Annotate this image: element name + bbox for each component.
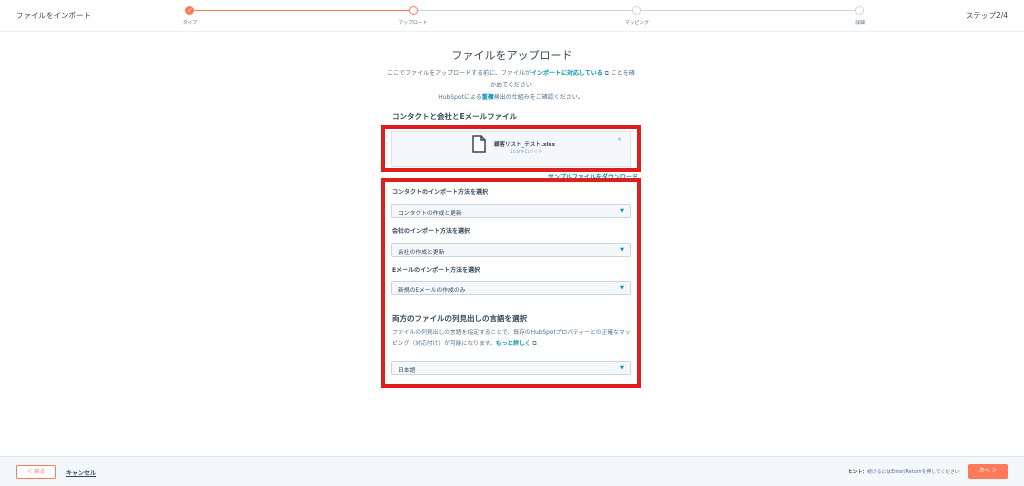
checkmark-icon: ✓ bbox=[187, 7, 193, 14]
top-bar: ファイルをインポート ✓ タイプ アップロード マッピング 詳細 ステップ2/4 bbox=[0, 0, 1024, 32]
step-counter: ステップ2/4 bbox=[965, 11, 1008, 20]
step-details-dot bbox=[855, 6, 864, 15]
desc-text-3: HubSpotによる bbox=[438, 94, 482, 101]
hint-text: 続けるにはEnter/Returnを押してください bbox=[867, 470, 960, 475]
upload-description: ここでファイルをアップロードする前に、ファイルがインポートに対応している ⧉ こ… bbox=[386, 68, 636, 104]
app-title: ファイルをインポート bbox=[16, 11, 91, 20]
keyboard-hint: ヒント：続けるにはEnter/Returnを押してください bbox=[848, 468, 960, 475]
desc-text-4: 検出の仕組みをご確認ください。 bbox=[493, 94, 584, 101]
step-type-dot: ✓ bbox=[185, 6, 194, 15]
file-section-title: コンタクトと会社とEメールファイル bbox=[392, 112, 518, 121]
footer-bar: ＜ 戻る キャンセル ヒント：続けるにはEnter/Returnを押してください… bbox=[0, 456, 1024, 486]
highlight-options-box bbox=[381, 178, 641, 388]
stepper-line-done bbox=[190, 10, 413, 11]
next-button[interactable]: 次へ ＞ bbox=[968, 464, 1008, 479]
hint-label: ヒント： bbox=[848, 470, 868, 475]
duplicate-link[interactable]: 重複 bbox=[482, 94, 494, 101]
external-link-icon: ⧉ bbox=[602, 70, 611, 77]
step-mapping-dot bbox=[632, 6, 641, 15]
step-upload-dot bbox=[409, 6, 418, 15]
step-upload-label: アップロード bbox=[398, 21, 428, 26]
step-type-label: タイプ bbox=[182, 21, 198, 26]
import-support-link[interactable]: インポートに対応している bbox=[531, 70, 603, 77]
step-details-label: 詳細 bbox=[855, 21, 865, 26]
cancel-link[interactable]: キャンセル bbox=[66, 468, 96, 477]
desc-text-1: ここでファイルをアップロードする前に、ファイルが bbox=[387, 70, 531, 77]
page-title: ファイルをアップロード bbox=[451, 49, 573, 62]
step-mapping-label: マッピング bbox=[625, 21, 649, 26]
back-button[interactable]: ＜ 戻る bbox=[16, 465, 56, 479]
highlight-file-box bbox=[381, 125, 641, 172]
